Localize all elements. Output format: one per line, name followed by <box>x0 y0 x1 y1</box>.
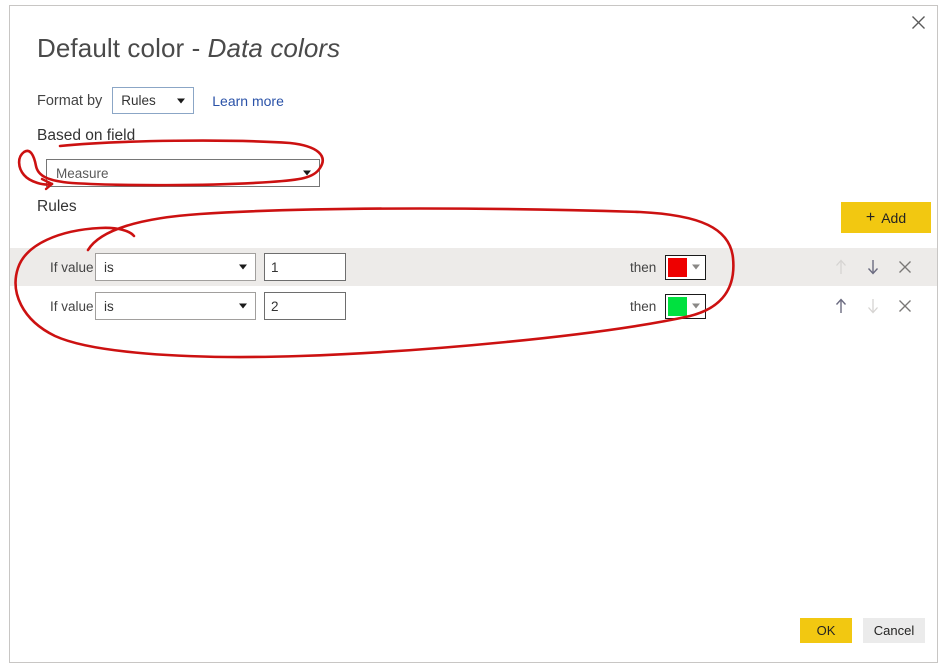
ok-button[interactable]: OK <box>800 618 852 643</box>
chevron-down-icon <box>303 170 311 176</box>
add-rule-label: Add <box>881 209 907 226</box>
arrow-down-icon <box>868 299 878 314</box>
rule-value-input[interactable] <box>264 253 346 281</box>
chevron-down-icon <box>692 303 700 309</box>
based-on-field-label: Based on field <box>37 127 136 144</box>
condition-dropdown[interactable]: is <box>95 253 256 281</box>
color-swatch <box>668 257 687 277</box>
format-by-label: Format by <box>37 92 103 109</box>
format-by-row: Format by Rules Learn more <box>37 87 284 114</box>
chevron-down-icon <box>692 264 700 270</box>
close-icon <box>899 300 911 312</box>
based-on-field-dropdown[interactable]: Measure <box>46 159 320 187</box>
if-value-label: If value <box>50 298 94 314</box>
format-by-value: Rules <box>121 93 156 108</box>
delete-rule-button[interactable] <box>892 293 918 319</box>
arrow-down-icon <box>867 260 879 275</box>
color-picker[interactable] <box>665 293 706 319</box>
based-on-field-value: Measure <box>56 165 109 181</box>
page-title-main: Default color - <box>37 33 208 63</box>
plus-icon: + <box>865 208 876 226</box>
page-title-emphasis: Data colors <box>207 33 341 63</box>
chevron-down-icon <box>239 303 247 309</box>
learn-more-link[interactable]: Learn more <box>212 93 284 109</box>
move-rule-up-button[interactable] <box>828 254 854 280</box>
condition-value: is <box>104 259 114 275</box>
chevron-down-icon <box>239 264 247 270</box>
condition-value: is <box>104 298 114 314</box>
close-icon[interactable] <box>899 6 937 38</box>
add-rule-button[interactable]: + Add <box>841 202 931 233</box>
arrow-up-icon <box>835 298 847 313</box>
rule-value-input[interactable] <box>264 292 346 320</box>
dialog-container: Default color - Data colors Format by Ru… <box>9 5 938 663</box>
color-picker[interactable] <box>665 254 706 280</box>
condition-dropdown[interactable]: is <box>95 292 256 320</box>
close-icon <box>899 261 911 273</box>
then-label: then <box>630 259 657 275</box>
move-rule-down-button[interactable] <box>860 254 886 280</box>
if-value-label: If value <box>50 259 94 275</box>
table-row: If value is then <box>10 248 937 286</box>
table-row: If value is then <box>10 287 937 325</box>
rules-section-label: Rules <box>37 198 77 215</box>
close-icon-glyph <box>911 15 925 29</box>
move-rule-up-button[interactable] <box>828 293 854 319</box>
arrow-up-icon <box>836 259 846 274</box>
color-swatch <box>668 296 687 316</box>
then-label: then <box>630 298 657 314</box>
format-by-dropdown[interactable]: Rules <box>112 87 195 114</box>
cancel-button[interactable]: Cancel <box>863 618 925 643</box>
move-rule-down-button[interactable] <box>860 293 886 319</box>
page-title: Default color - Data colors <box>37 33 340 64</box>
delete-rule-button[interactable] <box>892 254 918 280</box>
chevron-down-icon <box>177 98 186 103</box>
